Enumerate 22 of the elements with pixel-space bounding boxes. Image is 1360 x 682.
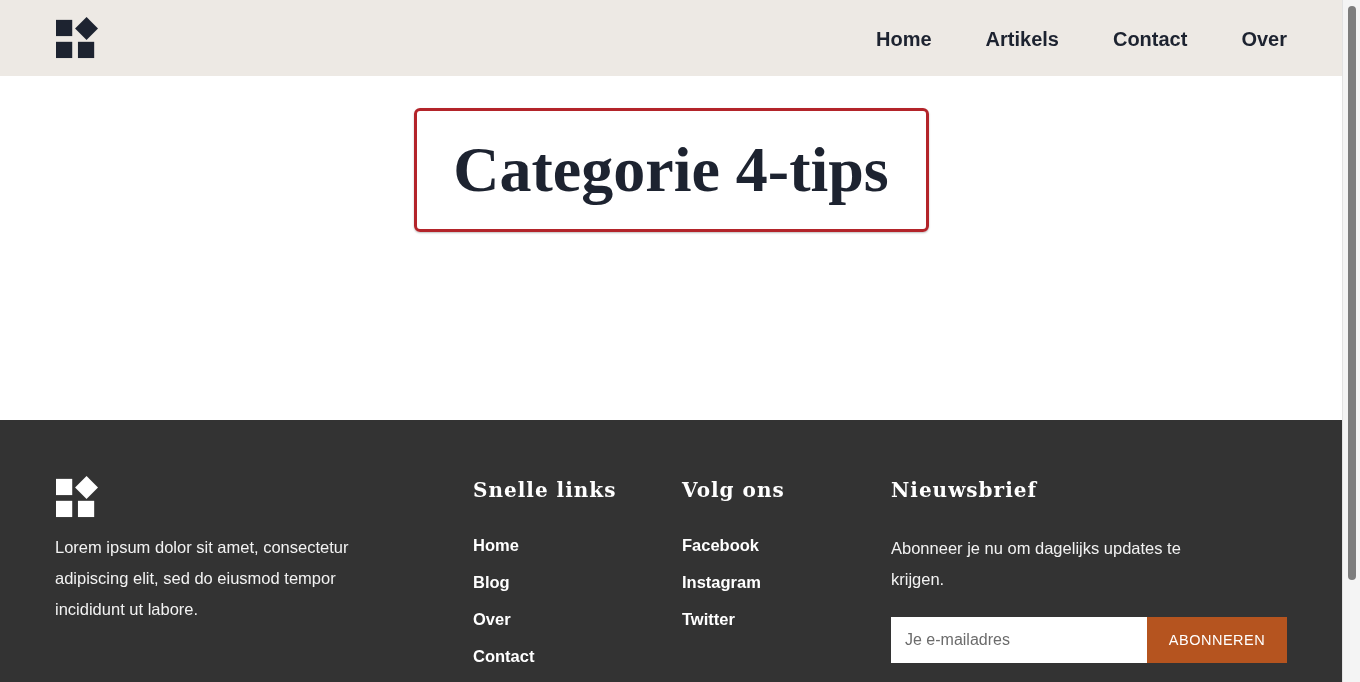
about-text: Lorem ipsum dolor sit amet, consectetur adipiscing elit, sed do eiusmod tempor incididunt ut labore. — [55, 537, 350, 620]
logo-icon[interactable] — [55, 17, 99, 59]
scrollbar-thumb[interactable] — [1347, 6, 1356, 580]
nav-link[interactable]: Contact — [1112, 27, 1188, 51]
footer-link[interactable]: Contact — [473, 645, 535, 668]
subscribe-button[interactable]: ABONNEREN — [1147, 617, 1287, 663]
logo-icon[interactable] — [55, 476, 99, 518]
footer-link[interactable]: Facebook — [682, 534, 760, 557]
footer-heading: Volg ons — [682, 477, 786, 504]
nav-link[interactable]: Over — [1241, 27, 1287, 51]
footer-link[interactable]: Twitter — [682, 608, 735, 631]
email-input[interactable]: Je e-mailadres — [891, 617, 1147, 663]
footer-link[interactable]: Home — [473, 534, 519, 557]
footer-link[interactable]: Instagram — [682, 571, 761, 594]
page-title: Categorie 4-tips — [413, 108, 929, 232]
nav-link[interactable]: Home — [876, 27, 932, 51]
newsletter-text: Abonneer je nu om dagelijks updates te krijgen. — [891, 538, 1182, 590]
footer-link[interactable]: Over — [473, 608, 511, 631]
footer-heading: Nieuwsbrief — [891, 477, 1039, 504]
footer-link[interactable]: Blog — [473, 571, 510, 594]
footer-heading: Snelle links — [473, 477, 618, 504]
nav-link[interactable]: Artikels — [985, 27, 1059, 51]
